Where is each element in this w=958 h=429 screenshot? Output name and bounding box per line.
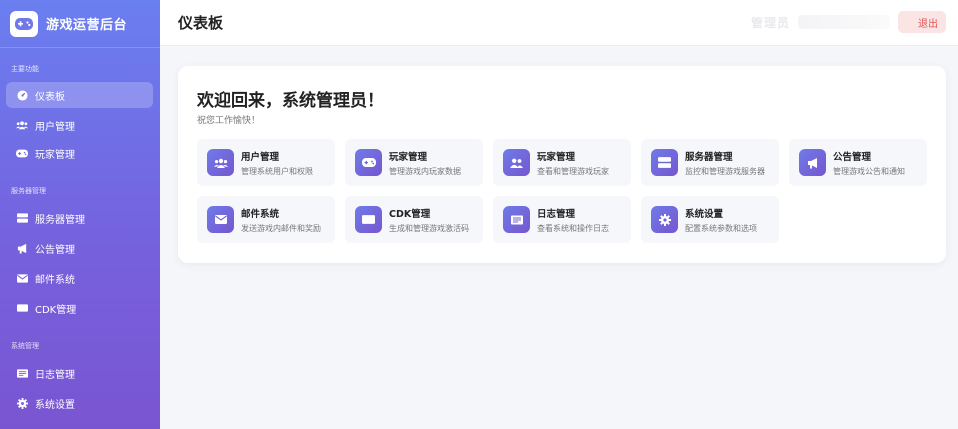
tile-server-management[interactable]: 服务器管理 监控和管理游戏服务器 (641, 139, 779, 186)
tile-title: 用户管理 (241, 151, 280, 163)
tile-mail-system[interactable]: 邮件系统 发送游戏内邮件和奖励 (197, 196, 335, 243)
tile-title: 系统设置 (685, 208, 724, 220)
sidebar: 游戏运营后台 主要功能 仪表板 用户管理 玩家管理 服务器管理 服务器管理 公告… (0, 0, 160, 429)
tile-user-management[interactable]: 用户管理 管理系统用户和权限 (197, 139, 335, 186)
tile-cdk-management[interactable]: CDK管理 生成和管理游戏激活码 (345, 196, 483, 243)
tile-title: 玩家管理 (537, 151, 576, 163)
sidebar-item-mail[interactable]: 邮件系统 (6, 265, 153, 291)
user-info-placeholder (798, 15, 890, 29)
sidebar-item-label: 服务器管理 (35, 214, 85, 226)
sidebar-item-servers[interactable]: 服务器管理 (6, 205, 153, 231)
brand: 游戏运营后台 (0, 0, 160, 48)
sidebar-section-server: 服务器管理 (11, 187, 46, 195)
mail-icon (16, 272, 28, 284)
mail-icon (207, 206, 234, 233)
sidebar-item-label: CDK管理 (35, 304, 77, 316)
welcome-card: 欢迎回来，系统管理员！ 祝您工作愉快！ 用户管理 管理系统用户和权限 玩家管理 … (178, 66, 946, 263)
gamepad-logo-icon (10, 10, 38, 37)
tile-title: 日志管理 (537, 208, 576, 220)
header-user-area: 管理员 退出 (751, 10, 946, 34)
sidebar-section-system: 系统管理 (11, 342, 39, 350)
server-icon (16, 212, 28, 224)
tile-title: 邮件系统 (241, 208, 280, 220)
tile-desc: 生成和管理游戏激活码 (389, 223, 469, 233)
gear-icon (16, 397, 28, 409)
server-icon (651, 149, 678, 176)
tile-desc: 查看和管理游戏玩家 (537, 166, 609, 176)
tile-desc: 发送游戏内邮件和奖励 (241, 223, 321, 233)
user-name: 管理员 (750, 15, 790, 30)
sidebar-item-users[interactable]: 用户管理 (6, 112, 153, 138)
ticket-icon (16, 302, 28, 314)
tile-title: 公告管理 (833, 151, 872, 163)
tile-desc: 查看系统和操作日志 (537, 223, 609, 233)
tile-player-management[interactable]: 玩家管理 管理游戏内玩家数据 (345, 139, 483, 186)
users-icon (16, 119, 28, 131)
tile-log-management[interactable]: 日志管理 查看系统和操作日志 (493, 196, 631, 243)
players-icon (503, 149, 530, 176)
sidebar-item-players[interactable]: 玩家管理 (6, 140, 153, 166)
brand-title: 游戏运营后台 (46, 18, 128, 33)
sidebar-item-logs[interactable]: 日志管理 (6, 360, 153, 386)
sidebar-item-settings[interactable]: 系统设置 (6, 390, 153, 416)
tile-system-settings[interactable]: 系统设置 配置系统参数和选项 (641, 196, 779, 243)
gamepad-icon (355, 149, 382, 176)
logout-button[interactable]: 退出 (898, 11, 946, 33)
sidebar-item-dashboard[interactable]: 仪表板 (6, 82, 153, 108)
welcome-subtitle: 祝您工作愉快！ (197, 116, 261, 126)
tile-desc: 管理游戏公告和通知 (833, 166, 905, 176)
tile-announcement-management[interactable]: 公告管理 管理游戏公告和通知 (789, 139, 927, 186)
tile-title: 服务器管理 (685, 151, 733, 163)
log-icon (16, 367, 28, 379)
users-icon (207, 149, 234, 176)
sidebar-item-label: 仪表板 (35, 91, 65, 103)
sidebar-section-main: 主要功能 (11, 65, 39, 73)
sidebar-item-label: 玩家管理 (35, 149, 75, 161)
tile-desc: 管理系统用户和权限 (241, 166, 313, 176)
welcome-title: 欢迎回来，系统管理员！ (197, 91, 384, 111)
tile-desc: 监控和管理游戏服务器 (685, 166, 765, 176)
sidebar-item-label: 邮件系统 (35, 274, 75, 286)
ticket-icon (355, 206, 382, 233)
sidebar-item-label: 用户管理 (35, 121, 75, 133)
tile-desc: 配置系统参数和选项 (685, 223, 757, 233)
sidebar-item-announcements[interactable]: 公告管理 (6, 235, 153, 261)
gear-icon (651, 206, 678, 233)
log-icon (503, 206, 530, 233)
tile-player-list[interactable]: 玩家管理 查看和管理游戏玩家 (493, 139, 631, 186)
sidebar-item-label: 日志管理 (35, 369, 75, 381)
top-header: 仪表板 管理员 退出 (160, 0, 958, 46)
sidebar-item-label: 系统设置 (35, 399, 75, 411)
dashboard-icon (16, 89, 28, 101)
megaphone-icon (799, 149, 826, 176)
megaphone-icon (16, 242, 28, 254)
sidebar-item-cdk[interactable]: CDK管理 (6, 295, 153, 321)
page-title: 仪表板 (178, 14, 224, 32)
sidebar-item-label: 公告管理 (35, 244, 75, 256)
tile-title: CDK管理 (389, 208, 431, 220)
tile-desc: 管理游戏内玩家数据 (389, 166, 461, 176)
gamepad-icon (16, 147, 28, 159)
tile-title: 玩家管理 (389, 151, 428, 163)
